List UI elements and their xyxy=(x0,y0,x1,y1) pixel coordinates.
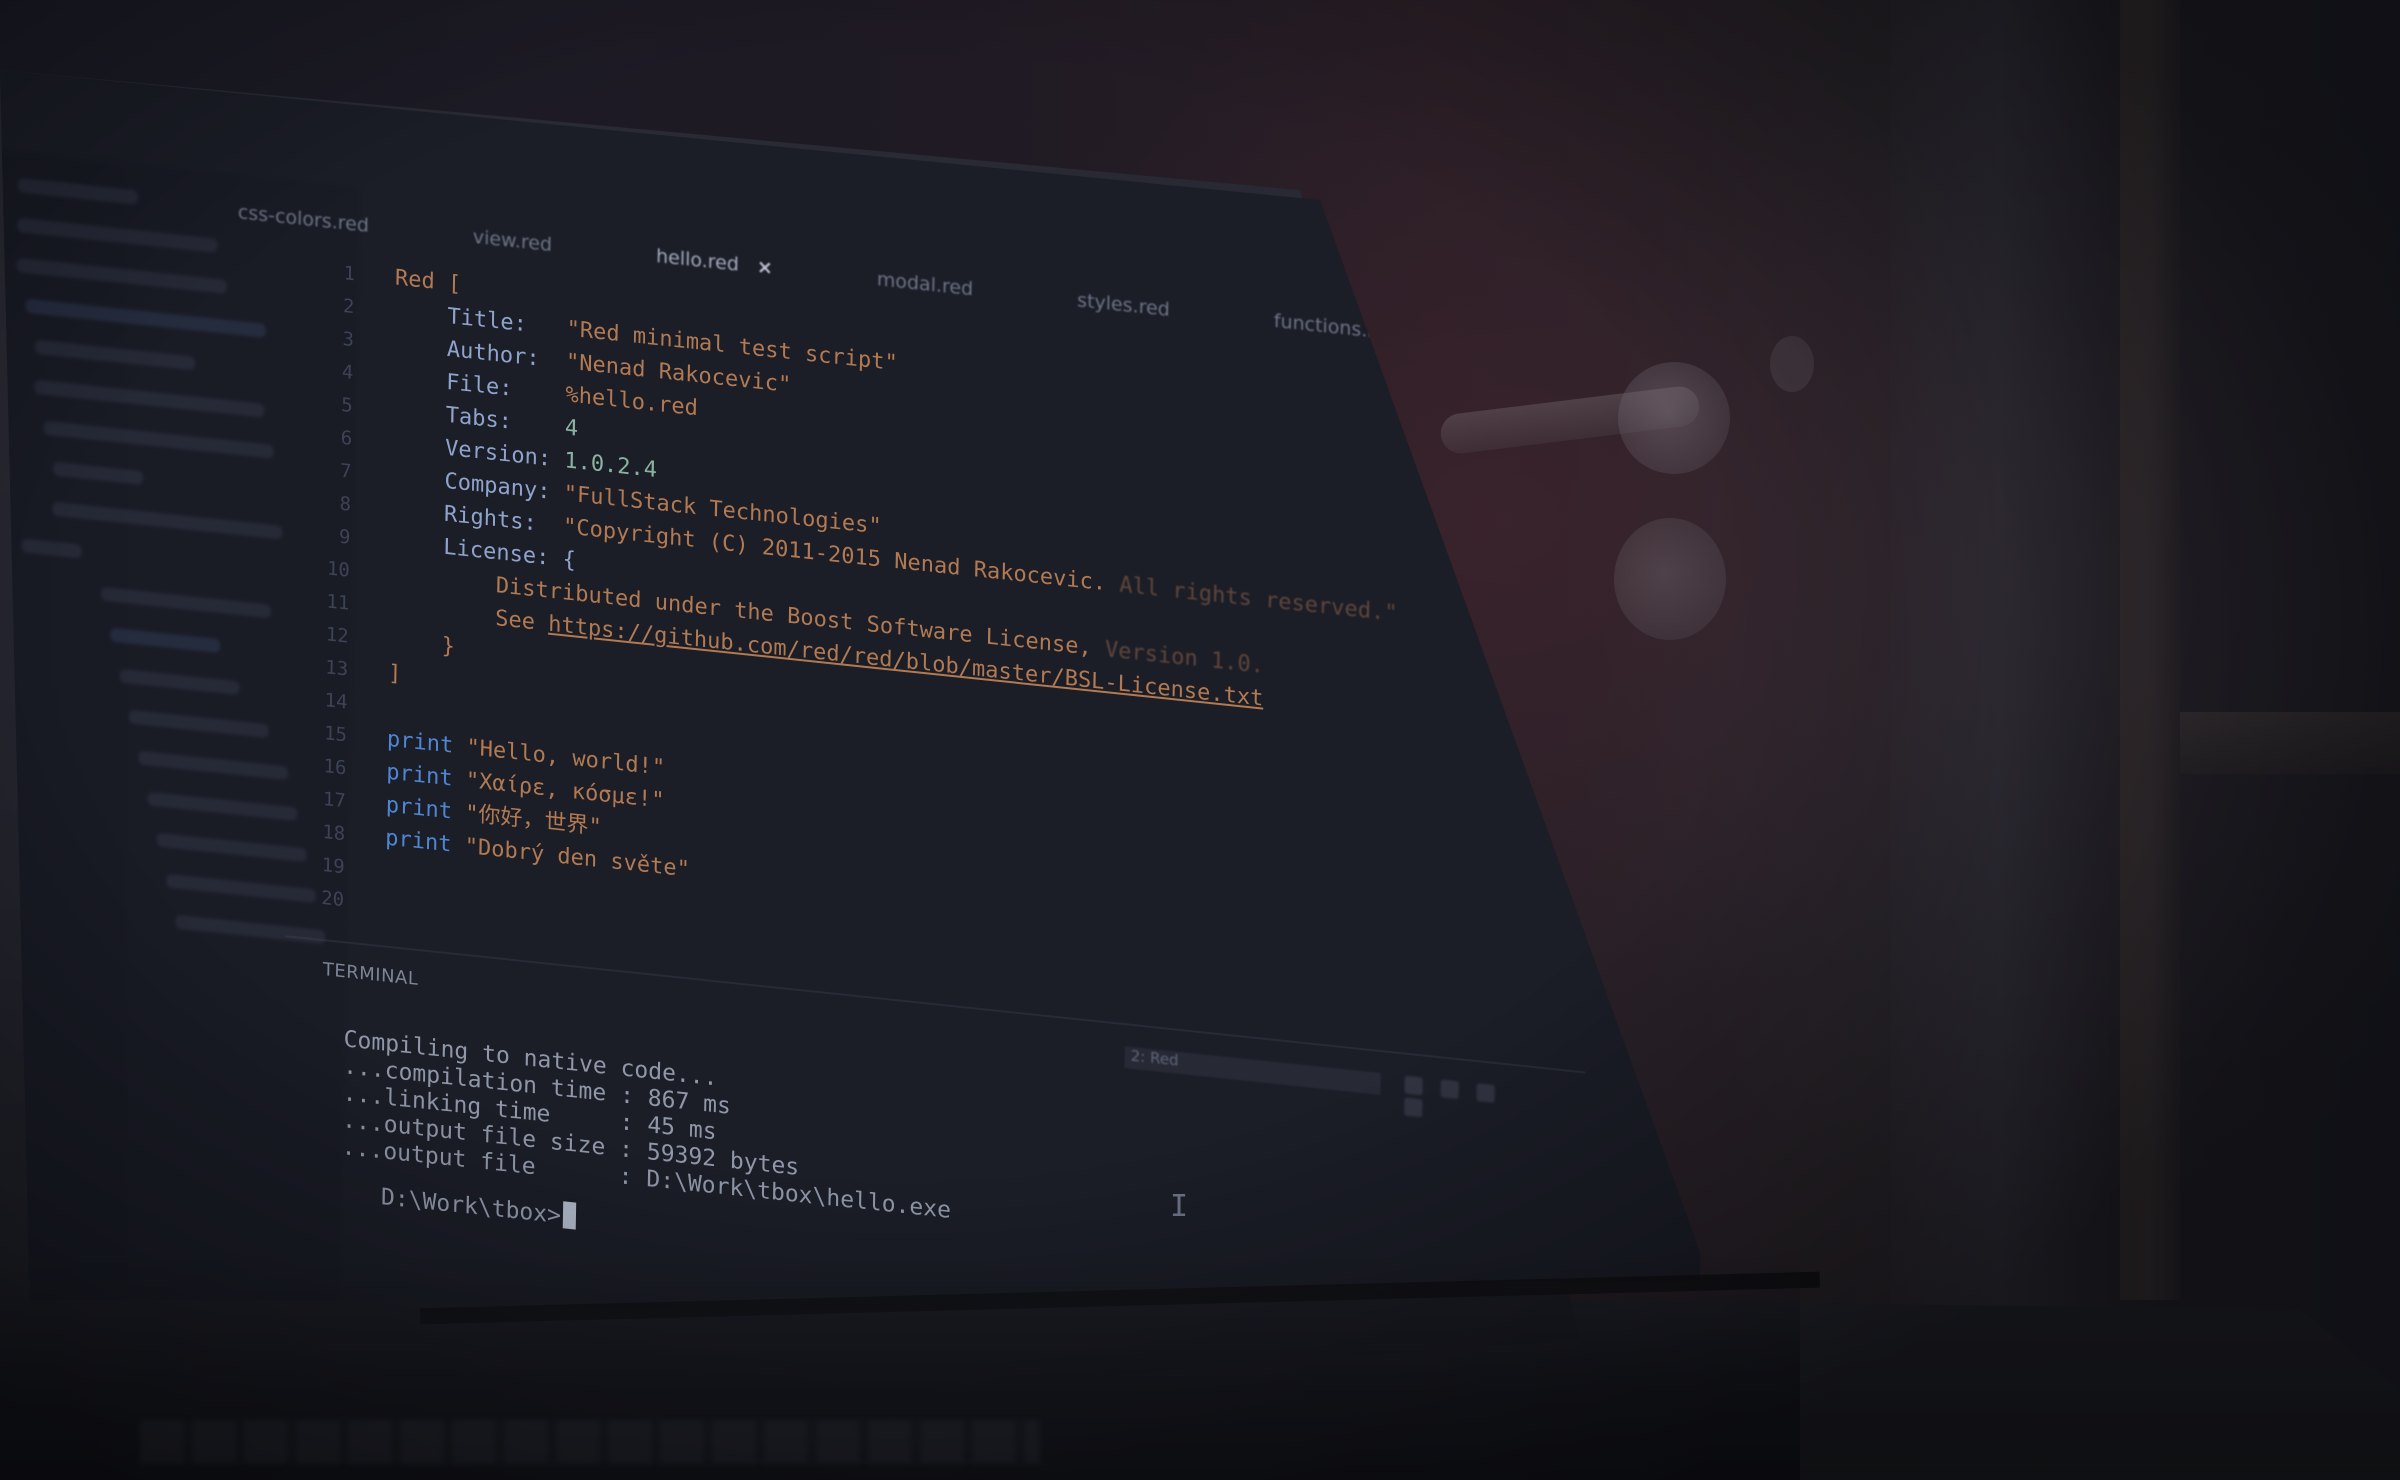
sidebar-item[interactable] xyxy=(138,750,289,781)
sidebar-item[interactable] xyxy=(128,709,270,739)
sidebar-item[interactable] xyxy=(53,461,144,486)
plus-icon[interactable] xyxy=(1404,1075,1423,1096)
code-token: print xyxy=(386,759,467,793)
tab-view[interactable]: view.red xyxy=(473,226,553,256)
sidebar-item[interactable] xyxy=(34,379,265,418)
sidebar-item[interactable] xyxy=(16,257,227,294)
sidebar-item[interactable] xyxy=(17,177,139,205)
sidebar-item[interactable] xyxy=(119,668,240,696)
sidebar-item[interactable] xyxy=(175,914,326,945)
code-token: print xyxy=(386,726,467,761)
sidebar-item[interactable] xyxy=(21,538,82,559)
sidebar-item[interactable] xyxy=(52,501,283,540)
code-token: 4 xyxy=(564,415,579,442)
sidebar-item[interactable] xyxy=(17,217,218,253)
code-editor-window: css-colors.red view.red hello.red × modal… xyxy=(0,70,1700,1300)
terminal-actions xyxy=(1404,1075,1544,1118)
ibeam-cursor-icon: I xyxy=(1170,1189,1189,1224)
line-number: 20 xyxy=(321,886,345,912)
code-token: ] xyxy=(387,660,402,688)
code-token: print xyxy=(385,792,466,826)
keyboard xyxy=(140,1420,1040,1464)
text-cursor xyxy=(562,1201,577,1230)
sidebar-item[interactable] xyxy=(25,298,267,338)
maximize-icon[interactable] xyxy=(1476,1083,1495,1103)
code-editor[interactable]: 1 Red [ 2 Title: "Red minimal test script… xyxy=(286,251,1398,1025)
background-scene: css-colors.red view.red hello.red × modal… xyxy=(0,0,2400,1480)
tab-modal[interactable]: modal.red xyxy=(877,268,974,300)
prompt-text: D:\Work\tbox> xyxy=(380,1184,562,1230)
sidebar-item[interactable] xyxy=(147,791,298,822)
tab-close-icon[interactable]: × xyxy=(757,255,773,279)
sidebar-item[interactable] xyxy=(43,420,274,459)
tab-hello[interactable]: hello.red × xyxy=(656,245,773,279)
tab-styles[interactable]: styles.red xyxy=(1077,289,1170,321)
laptop-screen: css-colors.red view.red hello.red × modal… xyxy=(0,70,1700,1300)
tab-functions[interactable]: functions.red xyxy=(1274,310,1399,345)
terminal-prompt[interactable]: D:\Work\tbox> xyxy=(380,1182,577,1230)
terminal-shell-select[interactable]: 2: Red xyxy=(1124,1046,1381,1096)
trash-icon[interactable] xyxy=(1440,1079,1459,1100)
code-token: print xyxy=(385,825,465,859)
sidebar-item[interactable] xyxy=(110,627,221,654)
code-token: Red [ xyxy=(394,265,462,298)
sidebar-item[interactable] xyxy=(100,586,272,619)
code-token: See xyxy=(495,606,549,637)
sidebar-item[interactable] xyxy=(156,832,307,863)
tab-hello-label: hello.red xyxy=(655,244,740,276)
code-token: } xyxy=(388,627,456,660)
sidebar-item[interactable] xyxy=(35,339,196,371)
close-icon[interactable] xyxy=(1404,1097,1423,1118)
